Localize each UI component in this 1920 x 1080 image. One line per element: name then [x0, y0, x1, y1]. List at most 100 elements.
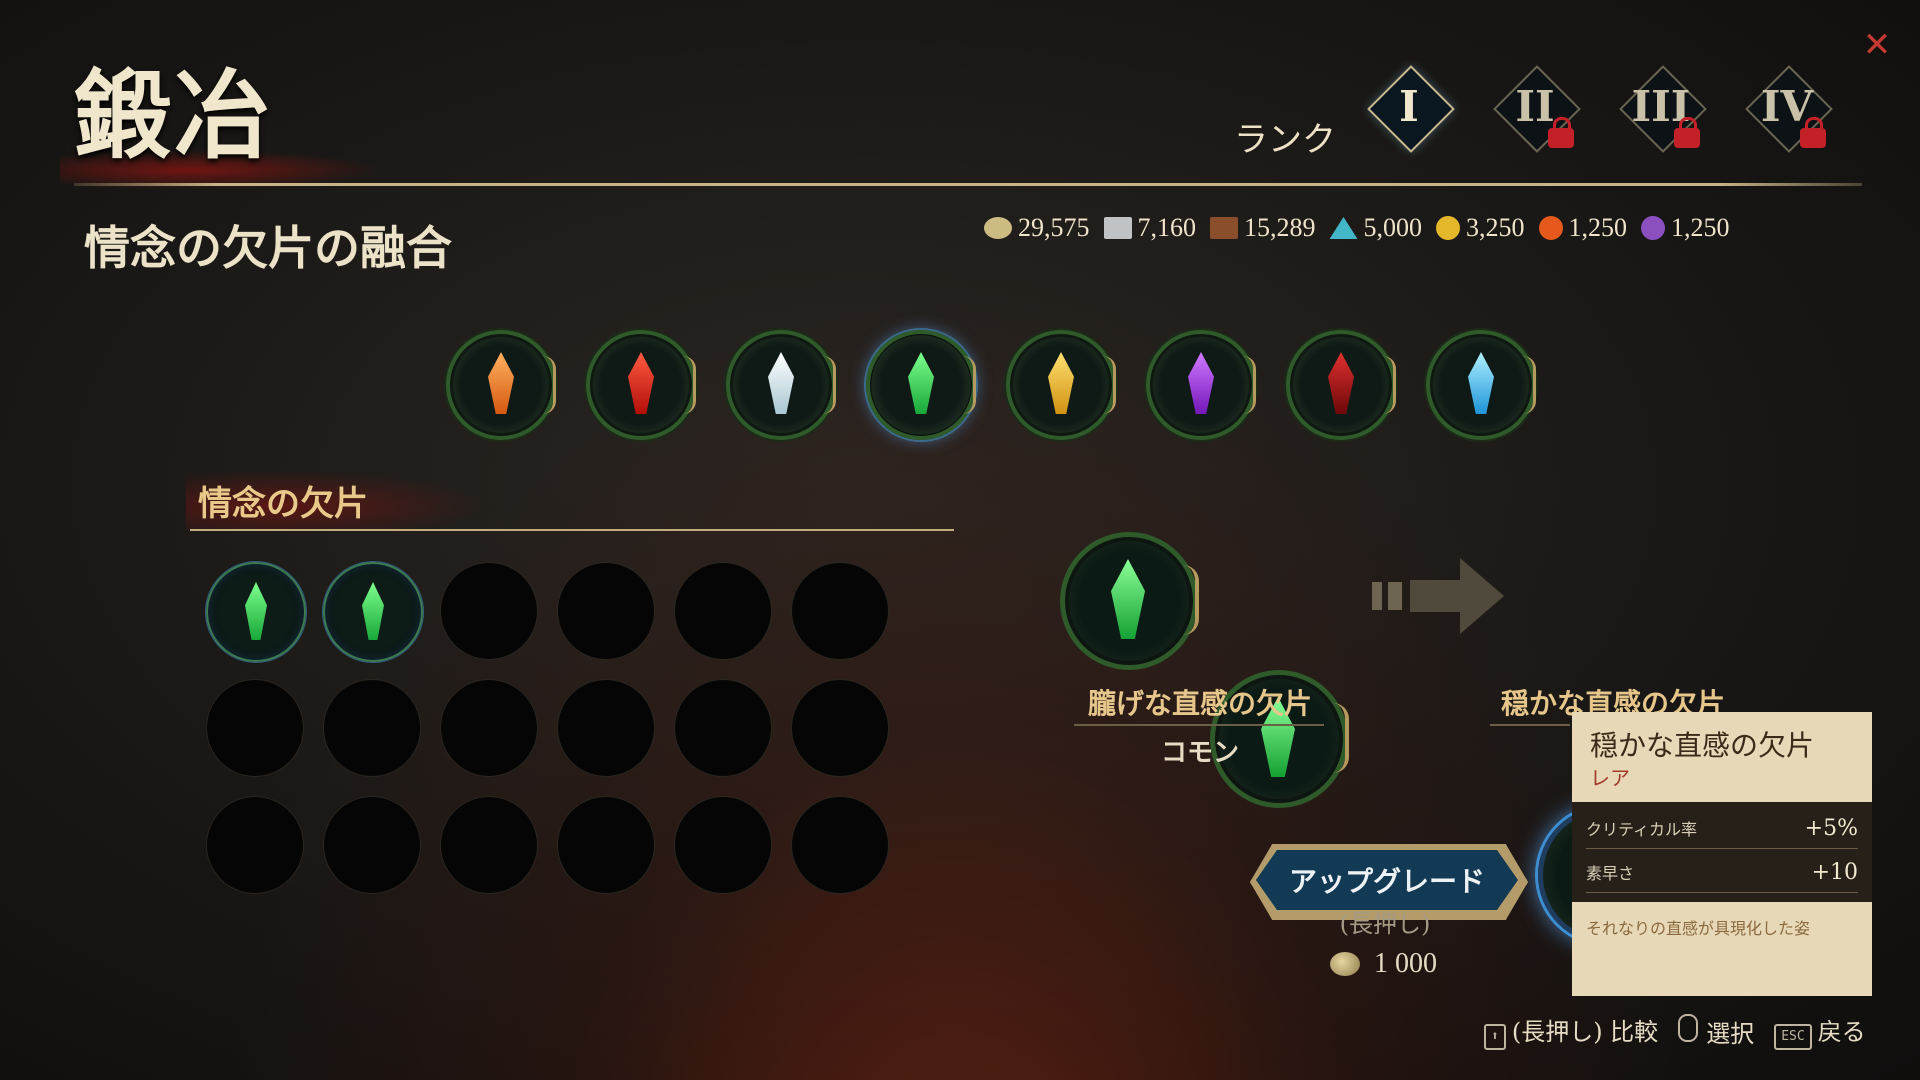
filigree-ornament	[683, 356, 696, 414]
stat-value: +10	[1811, 859, 1858, 885]
esc-key-icon: ESC	[1774, 1024, 1812, 1050]
lock-icon	[1674, 117, 1700, 148]
inventory-slot[interactable]	[440, 796, 538, 894]
currency-value: 7,160	[1137, 213, 1197, 242]
wood-planks-icon	[1210, 217, 1238, 239]
inventory-heading: 情念の欠片	[198, 484, 368, 524]
filigree-ornament	[1523, 356, 1536, 414]
currency-iron: 7,160	[1103, 208, 1197, 248]
currency-value: 15,289	[1244, 213, 1316, 242]
input-shard-rarity: コモン	[1160, 738, 1239, 768]
blue-shard-icon	[1468, 352, 1494, 414]
filigree-ornament	[963, 356, 976, 414]
orange-shard-icon	[488, 352, 514, 414]
shard-type-purple[interactable]	[1146, 330, 1256, 440]
output-name-divider	[1490, 724, 1570, 726]
filigree-ornament	[1183, 565, 1199, 635]
inventory-slot[interactable]	[323, 562, 423, 662]
gold-coins-icon	[984, 217, 1012, 239]
select-hint[interactable]: 選択	[1678, 1013, 1755, 1049]
red-shard-icon	[628, 352, 654, 414]
gold-coins-icon	[1330, 952, 1360, 976]
item-tooltip: 穏かな直感の欠片 レア クリティカル率 +5% 素早さ +10 それなりの直感が…	[1572, 712, 1872, 996]
rank-2-button[interactable]: II	[1490, 62, 1581, 153]
shift-key-icon: ⬆	[1484, 1024, 1506, 1050]
inventory-slot[interactable]	[440, 562, 538, 660]
tooltip-description: それなりの直感が具現化した姿	[1586, 919, 1811, 938]
upgrade-cost-value: 1 000	[1374, 948, 1437, 979]
currency-purple: 1,250	[1641, 208, 1730, 248]
section-title: 情念の欠片の融合	[84, 221, 452, 275]
tooltip-title: 穏かな直感の欠片	[1590, 729, 1815, 762]
stat-row: 素早さ +10	[1586, 852, 1858, 893]
input-name-divider	[1074, 724, 1324, 726]
inventory-slot[interactable]	[557, 562, 655, 660]
inventory-slot[interactable]	[674, 562, 772, 660]
inventory-slot[interactable]	[206, 562, 306, 662]
rank-numeral: I	[1399, 82, 1419, 131]
inventory-slot[interactable]	[674, 679, 772, 777]
header-divider	[74, 183, 1862, 186]
shard-type-crimson[interactable]	[1286, 330, 1396, 440]
purple-shard-icon	[1188, 352, 1214, 414]
crimson-shard-icon	[1328, 352, 1354, 414]
filigree-ornament	[1383, 356, 1396, 414]
inventory-slot[interactable]	[206, 796, 304, 894]
compare-label: (長押し) 比較	[1511, 1018, 1659, 1046]
currency-value: 5,000	[1363, 213, 1423, 242]
back-hint[interactable]: ESC 戻る	[1774, 1012, 1866, 1050]
input-shard-name: 朧げな直感の欠片	[1087, 687, 1312, 720]
inventory-slot[interactable]	[323, 679, 421, 777]
inventory-slot[interactable]	[557, 679, 655, 777]
upgrade-cost: 1 000	[1330, 948, 1437, 980]
inventory-slot[interactable]	[206, 679, 304, 777]
stat-value: +5%	[1804, 815, 1858, 841]
inventory-slot[interactable]	[557, 796, 655, 894]
stat-label: 素早さ	[1586, 864, 1635, 883]
inventory-divider	[190, 529, 954, 531]
fusion-input-slot-1[interactable]	[1060, 532, 1199, 670]
shard-type-orange[interactable]	[446, 330, 556, 440]
close-x-icon[interactable]: ✕	[1858, 26, 1896, 64]
rank-3-button[interactable]: III	[1616, 62, 1707, 153]
shard-type-white[interactable]	[726, 330, 836, 440]
filigree-ornament	[823, 356, 836, 414]
select-label: 選択	[1706, 1019, 1755, 1048]
stat-row: クリティカル率 +5%	[1586, 808, 1858, 849]
lock-icon	[1800, 117, 1826, 148]
fusion-arrow-icon	[1372, 558, 1504, 634]
shard-type-selector	[446, 330, 1536, 440]
mouse-icon	[1678, 1013, 1699, 1042]
inventory-slot[interactable]	[791, 679, 889, 777]
compare-hint[interactable]: ⬆ (長押し) 比較	[1484, 1012, 1658, 1050]
upgrade-button[interactable]: アップグレード	[1256, 850, 1518, 910]
tooltip-stats: クリティカル率 +5% 素早さ +10	[1572, 802, 1872, 902]
back-label: 戻る	[1817, 1018, 1866, 1046]
inventory-grid	[206, 562, 889, 894]
green-shard-icon	[908, 352, 934, 414]
inventory-slot[interactable]	[323, 796, 421, 894]
inventory-slot[interactable]	[791, 796, 889, 894]
filigree-ornament	[1333, 703, 1349, 773]
inventory-slot[interactable]	[674, 796, 772, 894]
currency-bar: 29,575 7,160 15,289 5,000 3,250 1,250 1,…	[984, 208, 1730, 248]
gold-medal-icon	[1436, 216, 1460, 240]
lock-icon	[1548, 117, 1574, 148]
shard-type-blue[interactable]	[1426, 330, 1536, 440]
green-shard-icon	[1111, 559, 1145, 639]
iron-ingot-icon	[1103, 217, 1132, 239]
shard-type-yellow[interactable]	[1006, 330, 1116, 440]
inventory-slot[interactable]	[440, 679, 538, 777]
filigree-ornament	[543, 356, 556, 414]
shard-type-red[interactable]	[586, 330, 696, 440]
crystal-icon	[1329, 217, 1358, 239]
inventory-slot[interactable]	[791, 562, 889, 660]
currency-crystal: 5,000	[1329, 208, 1423, 248]
control-hints: ⬆ (長押し) 比較 選択 ESC 戻る	[1484, 1012, 1866, 1050]
rank-4-button[interactable]: IV	[1742, 62, 1833, 153]
green-shard-icon	[362, 582, 384, 640]
green-shard-icon	[245, 582, 267, 640]
rank-1-button[interactable]: I	[1364, 62, 1455, 153]
shard-type-green[interactable]	[866, 330, 976, 440]
filigree-ornament	[1243, 356, 1256, 414]
